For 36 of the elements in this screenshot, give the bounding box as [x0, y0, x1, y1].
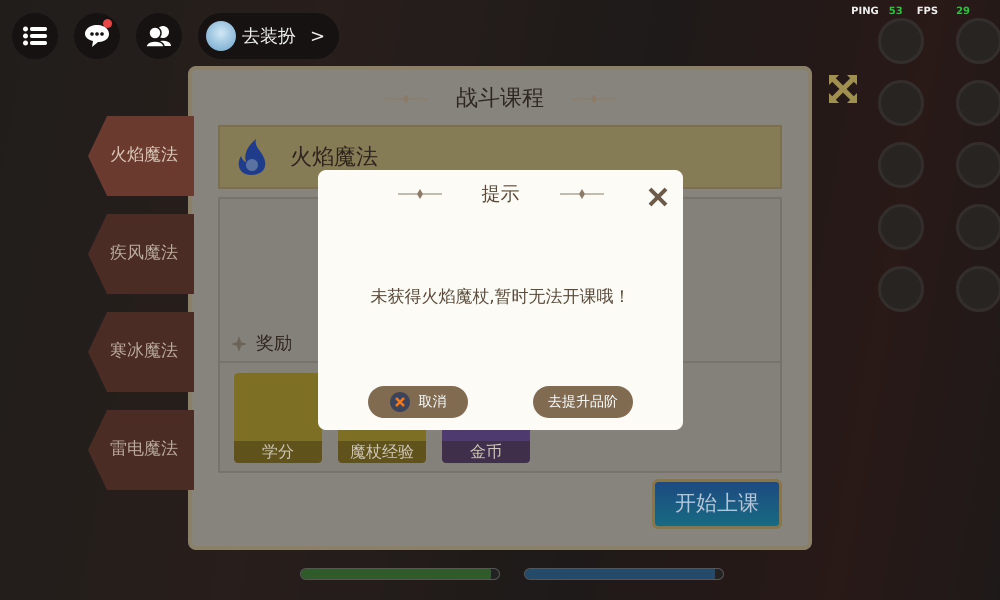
start-class-button[interactable]: 开始上课: [652, 479, 782, 528]
ornament-icon: [572, 94, 616, 104]
tab[interactable]: 火焰魔法: [88, 116, 194, 196]
reward-label: 魔杖经验: [338, 441, 426, 463]
star-icon: [230, 334, 248, 352]
tab[interactable]: 疾风魔法: [88, 214, 194, 294]
dialog-title: 提示: [482, 182, 520, 207]
expand-icon: [828, 74, 858, 104]
cancel-button[interactable]: 取消: [368, 386, 468, 418]
chat-button[interactable]: [74, 13, 120, 59]
menu-button[interactable]: [12, 13, 58, 59]
reward-label: 学分: [234, 441, 322, 463]
ornament-icon: [384, 94, 428, 104]
upgrade-button[interactable]: 去提升品阶: [532, 386, 633, 418]
panel-title: 战斗课程: [456, 85, 544, 113]
ornament-icon: [398, 189, 442, 200]
ping-value: 53: [888, 5, 903, 19]
friends-button[interactable]: [136, 13, 182, 59]
avatar: [206, 21, 236, 51]
menu-icon: [23, 26, 47, 46]
dialog-message: 未获得火焰魔杖,暂时无法开课哦！: [369, 286, 632, 308]
fps-value: 29: [956, 5, 970, 19]
fps-label: FPS: [916, 5, 938, 19]
chat-icon: [84, 24, 110, 48]
reward-item[interactable]: 学分: [234, 373, 322, 463]
people-icon: [145, 25, 173, 47]
ping-label: PING: [851, 5, 879, 19]
dress-up-button[interactable]: 去装扮 >: [198, 13, 340, 59]
tab[interactable]: 寒冰魔法: [88, 312, 194, 392]
ornament-icon: [560, 189, 604, 200]
close-icon: [647, 186, 669, 208]
reward-label: 金币: [442, 441, 530, 463]
cancel-icon: [390, 392, 410, 412]
rewards-label: 奖励: [256, 332, 292, 356]
tab[interactable]: 雷电魔法: [88, 410, 194, 490]
course-name: 火焰魔法: [290, 144, 378, 172]
